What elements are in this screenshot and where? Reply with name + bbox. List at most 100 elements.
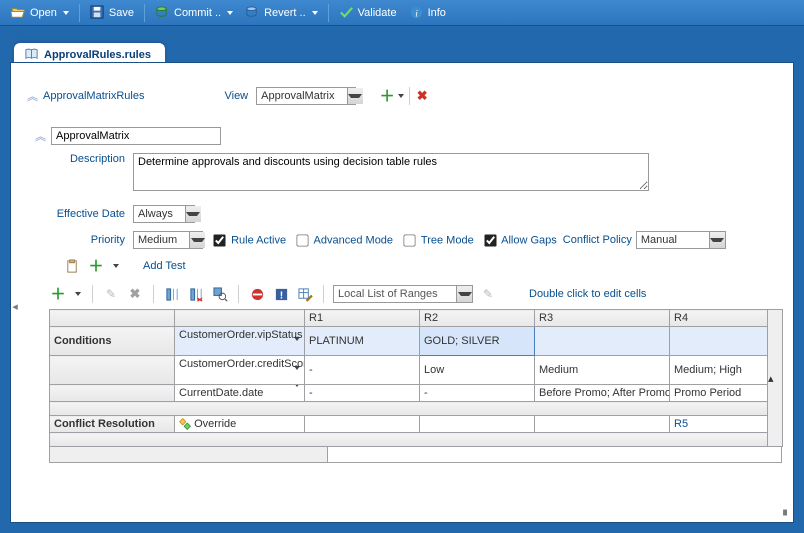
conflict-row[interactable]: Conflict Resolution Override R5 bbox=[50, 416, 783, 433]
add-button[interactable]: ＋ bbox=[87, 257, 105, 275]
conflict-policy-select[interactable]: Manual bbox=[636, 231, 726, 249]
horizontal-scrollbar[interactable] bbox=[49, 447, 782, 463]
cell[interactable]: R5 bbox=[670, 416, 768, 433]
collapse-toggle-icon[interactable]: ︽ bbox=[35, 128, 43, 144]
info-label: Info bbox=[428, 7, 446, 19]
header-cell[interactable]: R1 bbox=[305, 310, 420, 327]
cell[interactable] bbox=[535, 416, 670, 433]
add-test-link[interactable]: Add Test bbox=[143, 260, 186, 272]
cell[interactable]: - bbox=[305, 356, 420, 385]
cell[interactable]: Medium bbox=[535, 356, 670, 385]
header-cell[interactable] bbox=[175, 310, 305, 327]
priority-value: Medium bbox=[134, 234, 181, 246]
exclamation-icon: ! bbox=[274, 287, 289, 302]
cell[interactable]: - bbox=[420, 385, 535, 402]
description-input[interactable]: Determine approvals and discounts using … bbox=[133, 153, 649, 191]
chevron-down-icon bbox=[227, 11, 233, 15]
header-cell[interactable]: R4 bbox=[670, 310, 768, 327]
table-row[interactable]: Conditions CustomerOrder.vipStatus PLATI… bbox=[50, 327, 783, 356]
revert-button[interactable]: Revert .. bbox=[240, 3, 323, 22]
check-icon bbox=[339, 5, 354, 20]
collapse-toggle-icon[interactable]: ︽ bbox=[27, 88, 35, 104]
save-label: Save bbox=[109, 7, 134, 19]
add-menu[interactable] bbox=[73, 285, 83, 303]
table-edit-button[interactable] bbox=[296, 285, 314, 303]
clipboard-button[interactable] bbox=[63, 257, 81, 275]
cell[interactable]: CurrentDate.date bbox=[175, 385, 305, 402]
priority-label: Priority bbox=[27, 234, 133, 246]
dropdown-button-icon[interactable] bbox=[456, 286, 472, 302]
table-row[interactable]: CustomerOrder.creditScore - Low Medium M… bbox=[50, 356, 783, 385]
cell[interactable] bbox=[420, 416, 535, 433]
row-label bbox=[50, 356, 175, 385]
view-value: ApprovalMatrix bbox=[257, 90, 338, 102]
no-entry-icon bbox=[250, 287, 265, 302]
commit-button[interactable]: Commit .. bbox=[150, 3, 238, 22]
cell[interactable]: Promo Period bbox=[670, 385, 768, 402]
table-row[interactable] bbox=[50, 433, 783, 447]
table-row[interactable]: CurrentDate.date - - Before Promo; After… bbox=[50, 385, 783, 402]
dropdown-button-icon[interactable] bbox=[709, 232, 725, 248]
commit-label: Commit .. bbox=[174, 7, 221, 19]
cell[interactable] bbox=[305, 416, 420, 433]
table-pencil-icon bbox=[298, 287, 313, 302]
no-entry-button[interactable] bbox=[248, 285, 266, 303]
find-button[interactable] bbox=[211, 285, 229, 303]
cell[interactable]: CustomerOrder.vipStatus bbox=[175, 327, 305, 356]
priority-select[interactable]: Medium bbox=[133, 231, 203, 249]
restore-icon[interactable]: ▗ bbox=[779, 505, 787, 516]
dropdown-button-icon[interactable] bbox=[189, 232, 205, 248]
collapse-handle[interactable]: ◂ bbox=[11, 293, 19, 321]
column-delete-button[interactable] bbox=[187, 285, 205, 303]
warning-button[interactable]: ! bbox=[272, 285, 290, 303]
table-row[interactable] bbox=[50, 402, 783, 416]
edit-ranges-button[interactable]: ✎ bbox=[479, 285, 497, 303]
edit-button[interactable]: ✎ bbox=[102, 285, 120, 303]
row-label: Conditions bbox=[50, 327, 175, 356]
info-button[interactable]: i Info bbox=[404, 3, 451, 22]
rule-active-checkbox[interactable]: Rule Active bbox=[213, 234, 286, 247]
header-cell[interactable]: R2 bbox=[420, 310, 535, 327]
cell[interactable]: GOLD; SILVER bbox=[420, 327, 535, 356]
effective-date-select[interactable]: Always bbox=[133, 205, 195, 223]
delete-button[interactable]: ✖ bbox=[126, 285, 144, 303]
delete-button[interactable]: ✖ bbox=[413, 87, 431, 105]
header-cell[interactable]: R3 bbox=[535, 310, 670, 327]
add-menu[interactable] bbox=[396, 87, 406, 105]
tree-mode-checkbox[interactable]: Tree Mode bbox=[403, 234, 474, 247]
row-label bbox=[50, 385, 175, 402]
column-button[interactable] bbox=[163, 285, 181, 303]
cell[interactable] bbox=[670, 327, 768, 356]
matrix-name-input[interactable] bbox=[51, 127, 221, 145]
advanced-mode-checkbox[interactable]: Advanced Mode bbox=[296, 234, 393, 247]
view-select[interactable]: ApprovalMatrix bbox=[256, 87, 356, 105]
cell[interactable]: Before Promo; After Promo bbox=[535, 385, 670, 402]
cell[interactable]: PLATINUM bbox=[305, 327, 420, 356]
db-commit-icon bbox=[155, 5, 170, 20]
allow-gaps-checkbox[interactable]: Allow Gaps bbox=[484, 234, 557, 247]
separator bbox=[153, 285, 154, 303]
cell[interactable] bbox=[535, 327, 670, 356]
cell[interactable]: Medium; High bbox=[670, 356, 768, 385]
cell[interactable]: CustomerOrder.creditScore bbox=[175, 356, 305, 385]
decision-table[interactable]: R1 R2 R3 R4 ▴ Conditions CustomerOrder.v… bbox=[49, 309, 783, 447]
dropdown-button-icon[interactable] bbox=[347, 88, 363, 104]
header-cell[interactable] bbox=[50, 310, 175, 327]
add-menu[interactable] bbox=[111, 257, 121, 275]
column-icon bbox=[165, 287, 180, 302]
ruleset-link[interactable]: ApprovalMatrixRules bbox=[43, 90, 144, 102]
cell[interactable]: - bbox=[305, 385, 420, 402]
vertical-scrollbar[interactable]: ▴ bbox=[768, 310, 783, 447]
validate-button[interactable]: Validate bbox=[334, 3, 402, 22]
save-button[interactable]: Save bbox=[85, 3, 139, 22]
add-button[interactable]: ＋ bbox=[378, 87, 396, 105]
open-button[interactable]: Open bbox=[6, 3, 74, 22]
ranges-select[interactable]: Local List of Ranges bbox=[333, 285, 473, 303]
cell[interactable]: Override bbox=[175, 416, 305, 433]
add-button[interactable]: ＋ bbox=[49, 285, 67, 303]
cell[interactable]: Low bbox=[420, 356, 535, 385]
dropdown-button-icon[interactable] bbox=[185, 206, 201, 222]
override-icon bbox=[179, 418, 191, 430]
advanced-mode-label: Advanced Mode bbox=[314, 234, 394, 246]
db-revert-icon bbox=[245, 5, 260, 20]
